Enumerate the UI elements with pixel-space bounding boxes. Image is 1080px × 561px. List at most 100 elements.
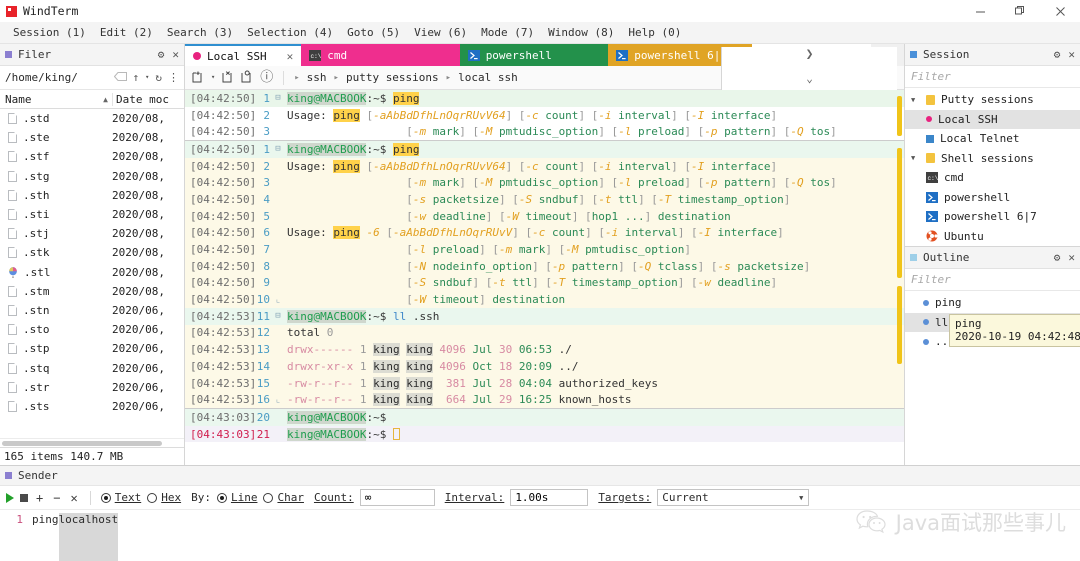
disclosure-triangle-icon[interactable]: ▼ <box>911 96 920 104</box>
terminal-fold-marker[interactable]: ⌞ <box>273 395 283 405</box>
terminal-fold-marker[interactable]: ⌞ <box>273 295 283 305</box>
session-item-powershell[interactable]: powershell <box>905 188 1080 208</box>
file-row[interactable]: .stg 2020/08, <box>0 167 184 186</box>
sender-by-char-radio[interactable]: Char <box>263 491 304 504</box>
menu-help[interactable]: Help (0) <box>621 22 688 44</box>
chevron-down-icon[interactable]: ▼ <box>794 494 808 502</box>
filer-up-dropdown-icon[interactable]: ▾ <box>145 74 149 81</box>
column-header-date[interactable]: Date moc <box>112 92 184 106</box>
menu-search[interactable]: Search (3) <box>160 22 240 44</box>
file-row[interactable]: .std 2020/08, <box>0 109 184 128</box>
terminal-fold-marker[interactable]: ⊟ <box>273 93 283 103</box>
reconnect-session-icon[interactable] <box>241 70 253 86</box>
sender-interval-stepper[interactable]: ▲▼ <box>510 489 668 506</box>
file-row[interactable]: .stl 2020/08, <box>0 263 184 282</box>
new-session-dropdown-icon[interactable]: ▾ <box>211 74 215 81</box>
outline-item[interactable]: ping <box>905 293 1080 313</box>
svg-text:c:\: c:\ <box>928 175 939 182</box>
terminal-line-text: [-m mark] [-M pmtudisc_option] [-l prelo… <box>283 125 904 138</box>
sender-remove-button[interactable]: − <box>51 491 62 505</box>
session-filter-input[interactable]: Filter <box>905 66 1080 88</box>
file-row[interactable]: .stn 2020/06, <box>0 301 184 320</box>
filer-clear-path-icon[interactable] <box>113 71 127 84</box>
session-item-local-telnet[interactable]: Local Telnet <box>905 129 1080 149</box>
session-group-row[interactable]: ▼ Putty sessions <box>905 90 1080 110</box>
session-close-icon[interactable]: ✕ <box>1068 49 1075 60</box>
filer-horizontal-scrollbar[interactable] <box>0 438 184 447</box>
menu-edit[interactable]: Edit (2) <box>93 22 160 44</box>
close-button[interactable] <box>1040 0 1080 22</box>
file-row[interactable]: .sts 2020/06, <box>0 397 184 416</box>
filer-more-icon[interactable]: ⋮ <box>168 72 179 83</box>
file-row[interactable]: .sth 2020/08, <box>0 186 184 205</box>
terminal-fold-marker[interactable]: ⊟ <box>273 144 283 154</box>
terminal-output[interactable]: [04:42:50] 1 ⊟ king@MACBOOK:~$ ping [04:42:5… <box>185 90 904 465</box>
file-row[interactable]: .ste 2020/08, <box>0 128 184 147</box>
session-item-local-ssh[interactable]: Local SSH <box>905 109 1080 129</box>
file-row[interactable]: .stf 2020/08, <box>0 147 184 166</box>
file-row[interactable]: .stk 2020/08, <box>0 243 184 262</box>
filer-up-icon[interactable]: ↑ <box>133 72 140 83</box>
sender-clear-button[interactable]: ✕ <box>68 491 79 505</box>
terminal-fold-marker[interactable]: ⊟ <box>273 311 283 321</box>
sender-add-button[interactable]: + <box>34 491 45 505</box>
sender-play-button[interactable] <box>6 492 14 503</box>
terminal-scrollbar[interactable] <box>897 90 902 465</box>
session-gear-icon[interactable]: ⚙ <box>1054 49 1061 60</box>
sender-stop-button[interactable] <box>20 493 28 502</box>
close-session-icon[interactable] <box>222 70 234 86</box>
filer-close-icon[interactable]: ✕ <box>172 49 179 60</box>
file-row[interactable]: .stq 2020/06, <box>0 358 184 377</box>
sender-editor[interactable]: 1 ping localhost <box>0 510 1080 561</box>
outline-gear-icon[interactable]: ⚙ <box>1054 252 1061 263</box>
terminal-text-span: Usage: <box>287 108 334 122</box>
breadcrumb-item-ssh[interactable]: ssh <box>307 71 327 84</box>
file-row[interactable]: .stm 2020/08, <box>0 282 184 301</box>
tab-close-icon[interactable]: ✕ <box>287 50 294 63</box>
maximize-button[interactable] <box>1000 0 1040 22</box>
filer-file-list[interactable]: .std 2020/08, .ste 2020/08, .stf 2020/08, .stg… <box>0 109 184 438</box>
menu-window[interactable]: Window (8) <box>541 22 621 44</box>
sender-count-stepper[interactable]: ▲▼ <box>359 489 517 506</box>
file-row[interactable]: .str 2020/06, <box>0 378 184 397</box>
filer-refresh-icon[interactable]: ↻ <box>155 72 162 83</box>
sender-mode-text-radio[interactable]: Text <box>100 491 141 504</box>
menu-view[interactable]: View (6) <box>407 22 474 44</box>
menu-mode[interactable]: Mode (7) <box>474 22 541 44</box>
session-tree[interactable]: ▼ Putty sessions Local SSH Local Telnet ▼ She… <box>905 88 1080 246</box>
tab-cmd[interactable]: c:\ cmd <box>301 44 460 66</box>
sender-targets-select[interactable]: Current ▼ <box>657 489 810 506</box>
menu-selection[interactable]: Selection (4) <box>240 22 340 44</box>
outline-close-icon[interactable]: ✕ <box>1068 252 1075 263</box>
terminal-text-span: ] <box>830 125 837 139</box>
session-group-row[interactable]: ▼ Shell sessions <box>905 149 1080 169</box>
disclosure-triangle-icon[interactable]: ▼ <box>911 154 920 162</box>
session-item-ubuntu[interactable]: Ubuntu <box>905 227 1080 247</box>
filer-gear-icon[interactable]: ⚙ <box>158 49 165 60</box>
tab-local-ssh[interactable]: Local SSH ✕ <box>185 44 302 66</box>
terminal-text-span: timeout <box>426 293 480 307</box>
terminal-text-span: ] <box>644 209 658 223</box>
breadcrumb-chevron-icon[interactable]: ⌄ <box>806 72 813 85</box>
menu-session[interactable]: Session (1) <box>6 22 93 44</box>
outline-tree[interactable]: ping ll.. ping 2020-10-19 04:42:48 <box>905 291 1080 352</box>
filer-path-value[interactable]: /home/king/ <box>5 71 78 84</box>
session-item-cmd[interactable]: c:\ cmd <box>905 168 1080 188</box>
minimize-button[interactable] <box>960 0 1000 22</box>
file-row[interactable]: .sti 2020/08, <box>0 205 184 224</box>
menu-goto[interactable]: Goto (5) <box>340 22 407 44</box>
sender-by-line-radio[interactable]: Line <box>216 491 257 504</box>
outline-filter-input[interactable]: Filter <box>905 269 1080 291</box>
sender-mode-hex-radio[interactable]: Hex <box>147 491 181 504</box>
session-item-powershell-6-7[interactable]: powershell 6|7 <box>905 207 1080 227</box>
info-icon[interactable]: ⓘ <box>260 71 273 84</box>
file-row[interactable]: .sto 2020/06, <box>0 320 184 339</box>
file-row[interactable]: .stj 2020/08, <box>0 224 184 243</box>
breadcrumb-item-local-ssh[interactable]: local ssh <box>458 71 518 84</box>
breadcrumb-item-putty-sessions[interactable]: putty sessions <box>346 71 439 84</box>
file-row[interactable]: .stp 2020/06, <box>0 339 184 358</box>
column-header-name[interactable]: Name ▲ <box>0 93 112 106</box>
new-session-icon[interactable] <box>192 70 204 86</box>
breadcrumb-expand-icon[interactable]: ❯ <box>806 47 814 62</box>
tab-powershell[interactable]: powershell <box>459 44 609 66</box>
